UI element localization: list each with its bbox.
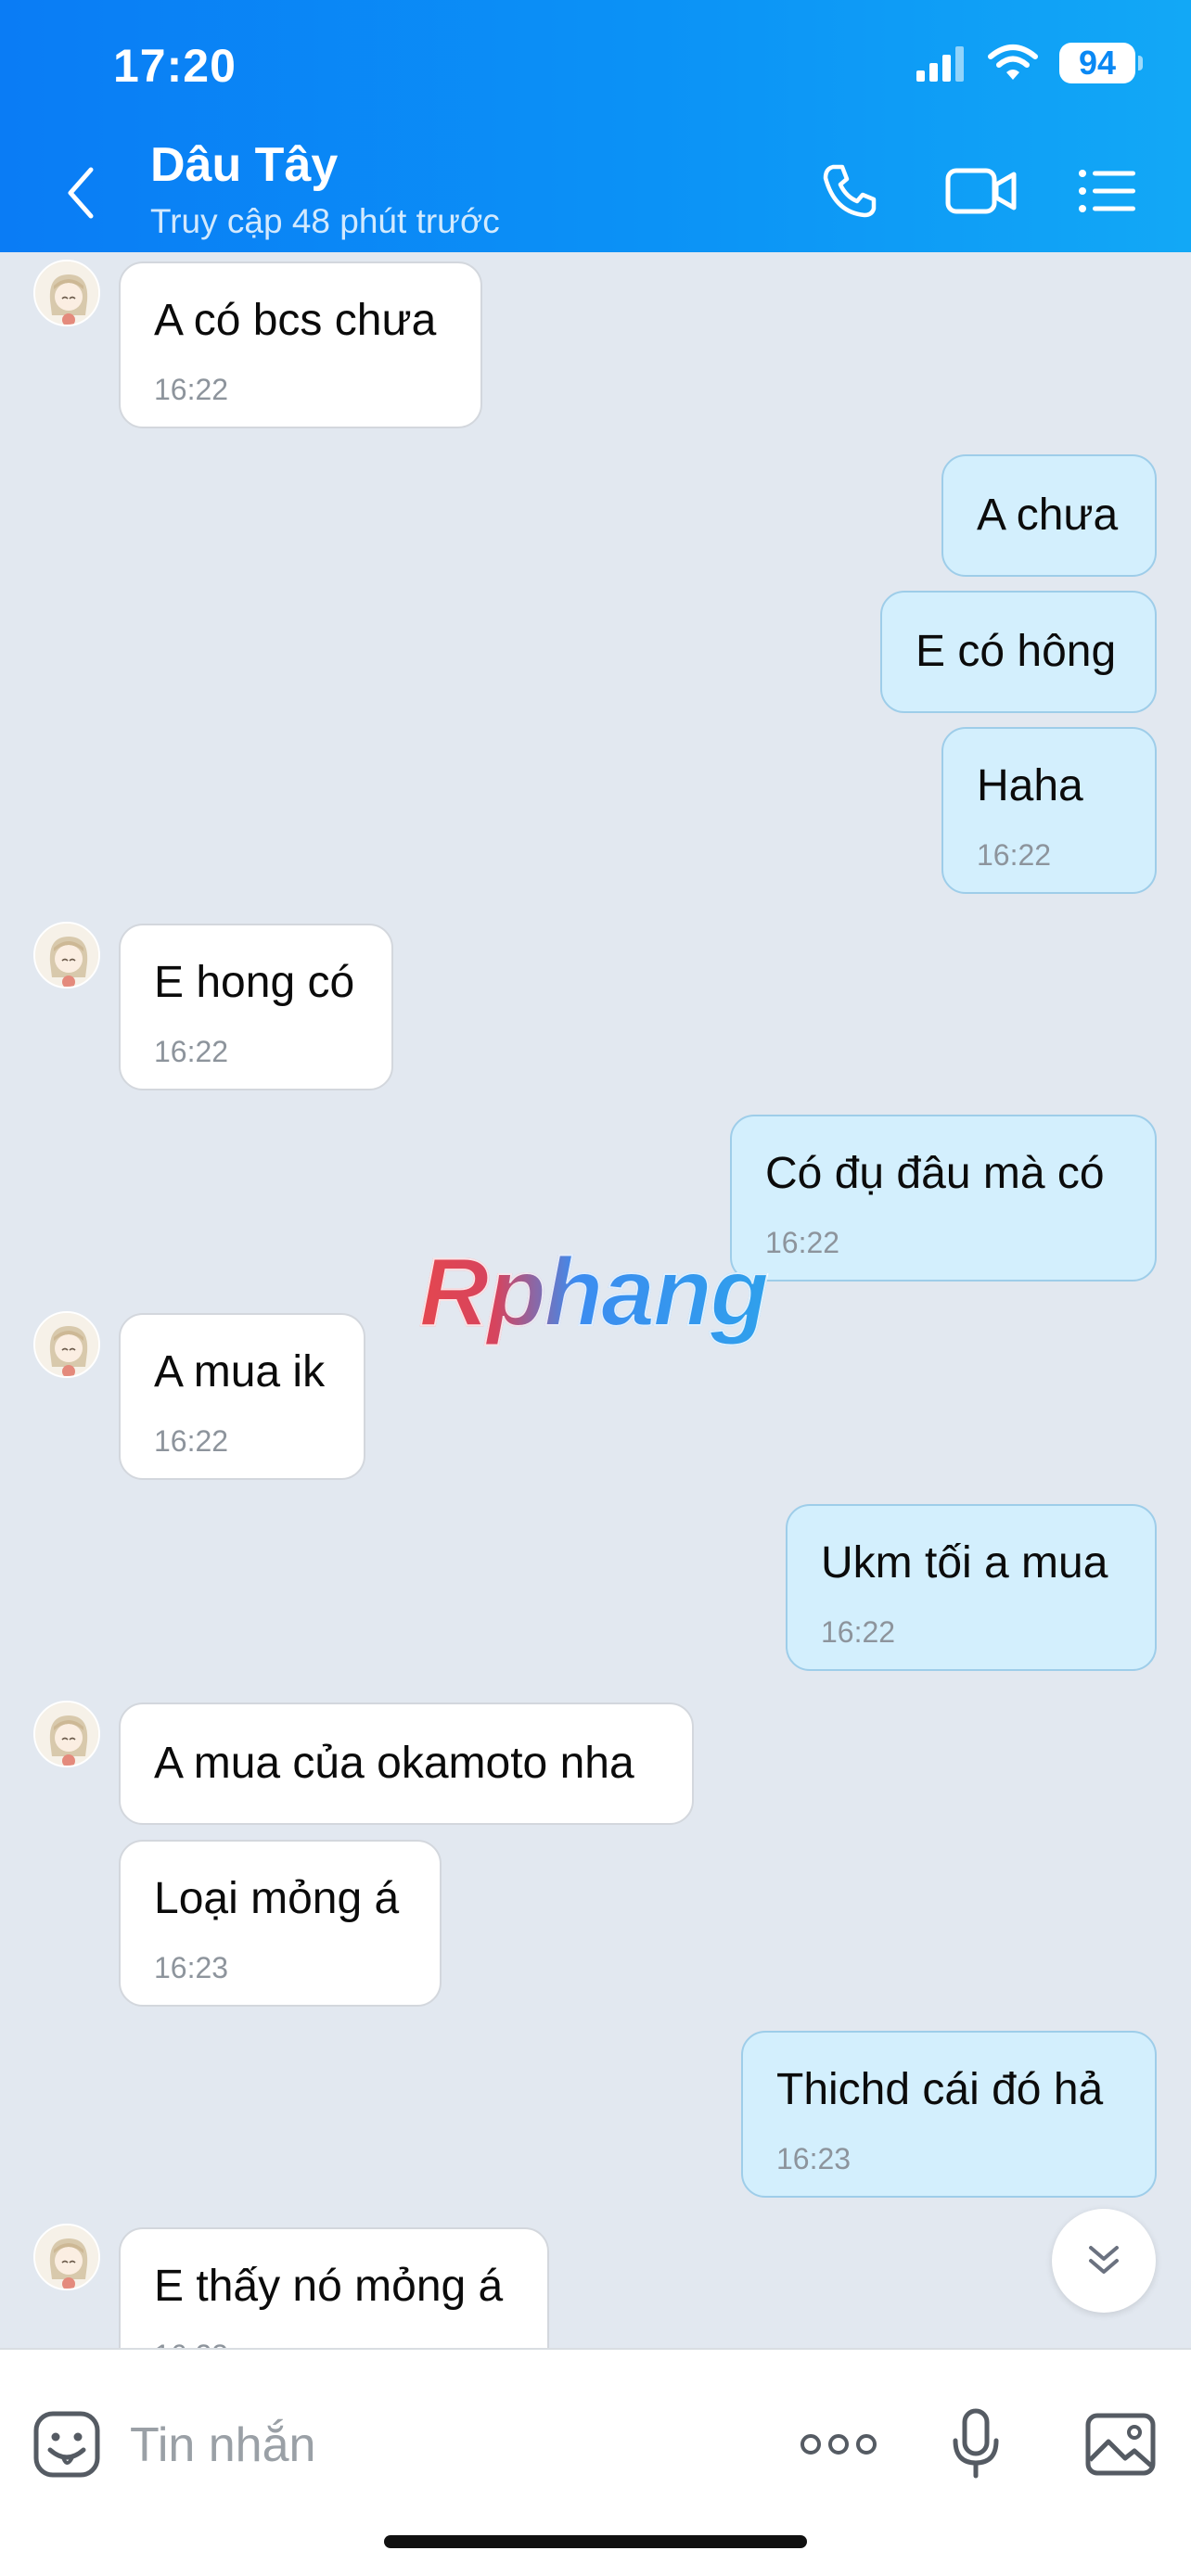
- message-time: 16:23: [776, 2142, 852, 2175]
- chat-header: 17:20 94 Dâu Tây Truy cập 48 phút trước: [0, 0, 1191, 252]
- contact-avatar[interactable]: [33, 2224, 100, 2290]
- message-bubble-incoming[interactable]: Loại mỏng á 16:23: [119, 1840, 442, 2007]
- chat-menu-button[interactable]: [1074, 158, 1141, 224]
- message-time: 16:23: [154, 2340, 228, 2348]
- message-time: 16:22: [154, 373, 229, 406]
- message-bubble-incoming[interactable]: A mua ik 16:22: [119, 1313, 365, 1480]
- message-bubble-outgoing[interactable]: A chưa: [941, 454, 1157, 577]
- status-icons: 94: [915, 41, 1143, 85]
- watermark: Rphang: [418, 1238, 770, 1347]
- message-text: E hong có: [154, 958, 355, 1007]
- cellular-signal-icon: [916, 46, 964, 82]
- message-time: 16:22: [154, 1424, 229, 1458]
- contact-avatar[interactable]: [33, 1311, 100, 1378]
- message-text: Có đụ đâu mà có: [765, 1149, 1105, 1198]
- message-bubble-outgoing[interactable]: Có đụ đâu mà có 16:22: [730, 1115, 1157, 1282]
- message-input[interactable]: [130, 2404, 742, 2487]
- last-seen-status: Truy cập 48 phút trước: [150, 202, 500, 240]
- message-time: 16:22: [977, 838, 1052, 872]
- message-text: Thichd cái đó hả: [776, 2065, 1104, 2114]
- message-bubble-outgoing[interactable]: E có hông: [880, 591, 1157, 713]
- composer-divider: [0, 2348, 1191, 2350]
- menu-list-icon: [1079, 170, 1135, 212]
- message-bubble-incoming[interactable]: E thấy nó mỏng á 16:23: [119, 2227, 549, 2348]
- contact-avatar[interactable]: [33, 922, 100, 988]
- avatar-icon: [35, 261, 98, 325]
- back-button[interactable]: [58, 162, 104, 223]
- image-gallery-icon: [1085, 2413, 1156, 2476]
- contact-avatar[interactable]: [33, 1701, 100, 1767]
- avatar-icon: [35, 1313, 98, 1376]
- battery-icon: 94: [1059, 43, 1143, 83]
- video-icon: [945, 168, 1017, 214]
- message-time: 16:22: [765, 1226, 840, 1259]
- message-bubble-incoming[interactable]: E hong có 16:22: [119, 924, 393, 1090]
- message-text: Loại mỏng á: [154, 1874, 400, 1923]
- message-bubble-outgoing[interactable]: Thichd cái đó hả 16:23: [741, 2031, 1157, 2198]
- message-text: E thấy nó mỏng á: [154, 2262, 504, 2311]
- double-chevron-down-icon: [1089, 2246, 1119, 2274]
- photo-button[interactable]: [1082, 2405, 1159, 2483]
- message-text: Ukm tối a mua: [821, 1538, 1108, 1588]
- message-bubble-incoming[interactable]: A có bcs chưa 16:22: [119, 261, 482, 428]
- message-time: 16:23: [154, 1951, 229, 1984]
- avatar-icon: [35, 1702, 98, 1766]
- sticker-button[interactable]: [28, 2405, 106, 2483]
- message-text: A mua của okamoto nha: [154, 1739, 634, 1788]
- wifi-icon: [988, 45, 1038, 80]
- phone-icon: [823, 164, 877, 218]
- message-time: 16:22: [821, 1615, 896, 1649]
- more-options-button[interactable]: [800, 2405, 877, 2483]
- message-text: Haha: [977, 761, 1083, 810]
- message-bubble-outgoing[interactable]: Haha 16:22: [941, 727, 1157, 894]
- video-call-button[interactable]: [942, 158, 1020, 224]
- avatar-icon: [35, 2225, 98, 2289]
- microphone-icon: [953, 2408, 999, 2479]
- more-dots-icon: [800, 2434, 877, 2455]
- message-time: 16:22: [154, 1035, 229, 1068]
- message-text: E có hông: [916, 627, 1117, 676]
- message-bubble-incoming[interactable]: A mua của okamoto nha: [119, 1702, 694, 1825]
- contact-avatar[interactable]: [33, 260, 100, 326]
- message-text: A có bcs chưa: [154, 296, 437, 345]
- voice-call-button[interactable]: [816, 158, 883, 224]
- message-text: A mua ik: [154, 1347, 326, 1396]
- message-text: A chưa: [977, 491, 1119, 540]
- emoji-sticker-icon: [33, 2411, 100, 2478]
- chevron-left-icon: [68, 167, 94, 219]
- voice-message-button[interactable]: [937, 2405, 1015, 2483]
- home-indicator: [384, 2535, 807, 2548]
- avatar-icon: [35, 924, 98, 987]
- contact-name[interactable]: Dâu Tây: [150, 137, 338, 193]
- status-time: 17:20: [113, 40, 237, 92]
- scroll-to-bottom-button[interactable]: [1052, 2209, 1156, 2313]
- message-bubble-outgoing[interactable]: Ukm tối a mua 16:22: [786, 1504, 1157, 1671]
